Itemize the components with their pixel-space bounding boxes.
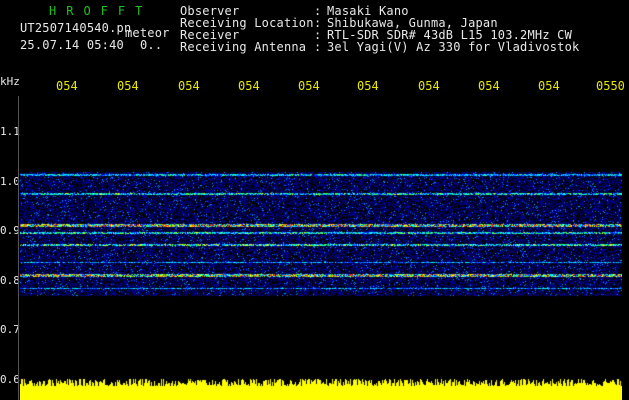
count-indicator: 0.. [140, 38, 163, 52]
frequency-tick: 1.0 [0, 175, 20, 188]
waterfall-spectrogram [20, 96, 622, 381]
time-tick: 054 [238, 79, 260, 93]
file-name: UT2507140540.pn [20, 21, 132, 35]
time-tick: 054 [178, 79, 200, 93]
time-tick: 054 [538, 79, 560, 93]
time-tick: 0550 [596, 79, 625, 93]
frequency-tick: 1.1 [0, 125, 20, 138]
info-colon: : [314, 40, 322, 54]
frequency-tick: 0.7 [0, 323, 20, 336]
info-label-antenna: Receiving Antenna [180, 40, 307, 54]
power-level-strip [20, 376, 622, 400]
time-tick: 054 [478, 79, 500, 93]
time-tick: 054 [117, 79, 139, 93]
info-value-antenna: 3el Yagi(V) Az 330 for Vladivostok [327, 40, 580, 54]
app-brand: HROFFT [49, 4, 153, 18]
frequency-tick: 0.9 [0, 224, 20, 237]
date-time: 25.07.14 05:40 [20, 38, 124, 52]
frequency-tick: 0.8 [0, 274, 20, 287]
time-tick: 054 [418, 79, 440, 93]
time-tick: 054 [357, 79, 379, 93]
frequency-unit-label: kHz [0, 75, 20, 88]
frequency-tick: 0.6 [0, 373, 20, 386]
time-tick: 054 [298, 79, 320, 93]
hrofft-screen: HROFFT UT2507140540.pn meteor 25.07.14 0… [0, 0, 629, 400]
time-tick: 054 [56, 79, 78, 93]
